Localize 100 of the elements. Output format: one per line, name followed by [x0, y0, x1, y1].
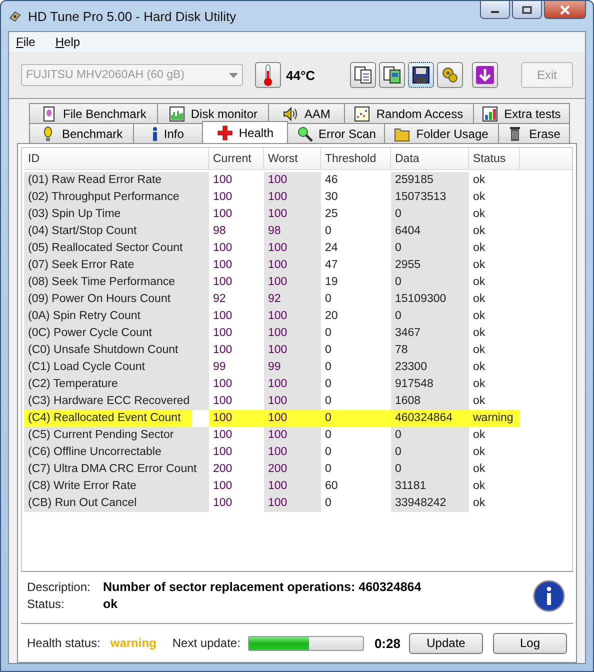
table-cell-text: 0 [324, 360, 332, 375]
minimize-button[interactable] [480, 1, 510, 19]
description-label: Description: [27, 580, 92, 594]
table-cell-text: 19 [324, 275, 339, 290]
table-cell-text: 100 [212, 207, 234, 222]
tab[interactable]: Benchmark [29, 123, 134, 143]
gears-icon [440, 65, 460, 85]
column-header[interactable]: Threshold [321, 148, 391, 170]
tab[interactable]: Extra tests [472, 103, 570, 123]
table-cell: 917548 [391, 376, 469, 393]
table-cell: 100 [264, 393, 321, 410]
tab[interactable]: Health [202, 121, 288, 143]
document-icon [40, 106, 57, 122]
table-cell: 100 [264, 189, 321, 206]
first-aid-cross-icon [216, 124, 233, 140]
table-cell: (CB) Run Out Cancel [24, 495, 209, 512]
table-cell-text: ok [472, 343, 486, 358]
table-cell: (C6) Offline Uncorrectable [24, 444, 209, 461]
table-cell: (0C) Power Cycle Count [24, 325, 209, 342]
dropdown-arrow-icon [229, 72, 238, 78]
table-cell-text: 100 [212, 309, 234, 324]
tab[interactable]: Info [132, 123, 204, 143]
thermometer-button[interactable] [255, 62, 281, 88]
close-button[interactable] [544, 1, 586, 19]
table-cell: (07) Seek Error Rate [24, 257, 209, 274]
table-cell: 200 [264, 461, 321, 478]
table-cell-text: 0 [324, 496, 332, 511]
table-cell: 259185 [391, 172, 469, 189]
table-cell-text: 0 [324, 428, 332, 443]
table-cell-text: 100 [212, 428, 234, 443]
table-cell: 100 [264, 427, 321, 444]
health-status-label: Health status: [27, 636, 100, 650]
table-cell-text: 0 [324, 326, 332, 341]
table-cell-text: 0 [324, 394, 332, 409]
table-cell: 100 [264, 410, 321, 427]
table-cell: (09) Power On Hours Count [24, 291, 209, 308]
copy-screenshot-button[interactable] [379, 62, 406, 88]
app-icon [8, 9, 22, 23]
table-cell-text: ok [472, 258, 486, 273]
copy-button[interactable] [350, 62, 376, 88]
tab[interactable]: File Benchmark [29, 103, 158, 123]
table-cell-text: ok [472, 377, 486, 392]
next-update-label: Next update: [172, 636, 240, 650]
maximize-button[interactable] [512, 1, 542, 19]
magnifier-icon [296, 126, 313, 142]
table-cell: (C8) Write Error Rate [24, 478, 209, 495]
table-cell: 3467 [391, 325, 469, 342]
table-cell: 100 [264, 376, 321, 393]
save-button[interactable] [408, 62, 434, 88]
menu-item[interactable]: File [16, 35, 36, 49]
download-button[interactable] [472, 62, 498, 88]
tab[interactable]: Random Access [344, 103, 474, 123]
table-cell-text: 0 [324, 343, 332, 358]
table-cell: (03) Spin Up Time [24, 206, 209, 223]
tab[interactable]: Disk monitor [157, 103, 270, 123]
pictures-icon [382, 65, 402, 85]
menu-item[interactable]: Help [55, 35, 80, 49]
tab[interactable]: Erase [498, 123, 570, 143]
column-header[interactable]: ID [24, 148, 209, 170]
table-cell-text: 99 [212, 360, 227, 375]
table-cell-text: 0 [324, 224, 332, 239]
status-label: Status: [27, 596, 66, 610]
table-cell: 1608 [391, 393, 469, 410]
table-cell-text: 0 [324, 462, 332, 477]
action-button[interactable]: Log [493, 632, 567, 654]
table-cell-text: 100 [212, 445, 234, 460]
table-cell: 0 [391, 444, 469, 461]
tab[interactable]: AAM [268, 103, 345, 123]
table-cell: 0 [391, 427, 469, 444]
table-cell: 100 [264, 274, 321, 291]
column-header[interactable]: Status [469, 148, 520, 170]
column-header[interactable]: Current [209, 148, 264, 170]
countdown: 0:28 [374, 636, 400, 650]
column-header[interactable]: Data [391, 148, 469, 170]
table-cell: 100 [264, 206, 321, 223]
table-cell: 0 [391, 206, 469, 223]
table-cell: 100 [264, 444, 321, 461]
action-button[interactable]: Update [409, 632, 483, 654]
table-cell-text: 100 [212, 258, 234, 273]
documents-icon [353, 65, 374, 85]
table-cell-text: ok [472, 275, 486, 290]
table-cell: 99 [264, 359, 321, 376]
tab[interactable]: Folder Usage [384, 123, 499, 143]
health-status-value: warning [110, 636, 156, 650]
table-cell-text: ok [472, 394, 486, 409]
table-cell-text: ok [472, 360, 486, 375]
table-cell: 15073513 [391, 189, 469, 206]
table-cell: 100 [264, 308, 321, 325]
table-cell-text: ok [472, 224, 486, 239]
column-header[interactable]: Worst [264, 148, 321, 170]
table-cell: 100 [264, 495, 321, 512]
table-cell: (C5) Current Pending Sector [24, 427, 209, 444]
speaker-icon [282, 106, 298, 122]
tab[interactable]: Error Scan [287, 123, 386, 143]
table-cell-text: ok [472, 207, 486, 222]
table-cell: 0 [391, 461, 469, 478]
options-button[interactable] [437, 62, 464, 88]
table-cell-text: 25 [324, 207, 339, 222]
maximize-icon [522, 6, 532, 14]
status-text: ok [103, 596, 118, 610]
